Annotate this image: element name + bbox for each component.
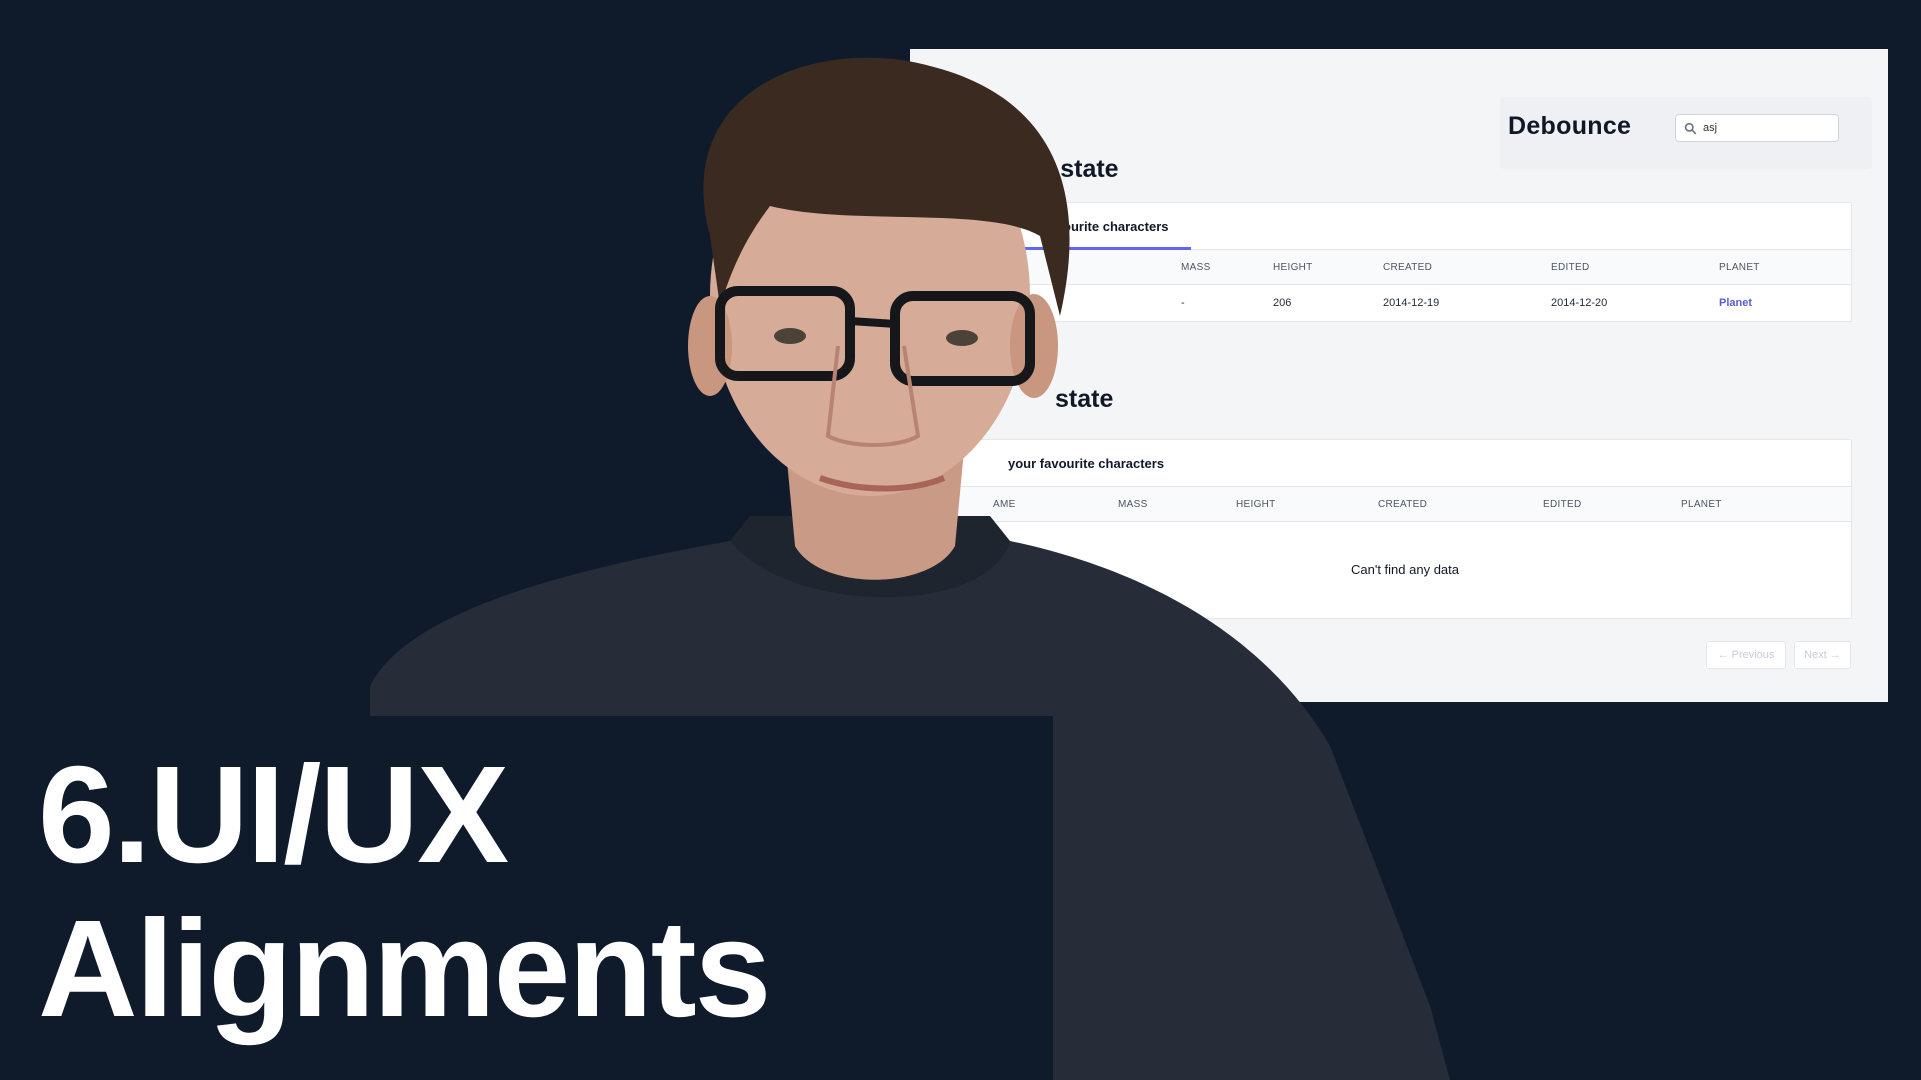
column-header: EDITED xyxy=(1551,262,1590,273)
planet-link[interactable]: Planet xyxy=(1719,297,1752,309)
search-input[interactable] xyxy=(1703,122,1823,134)
cell-edited: 2014-12-20 xyxy=(1551,297,1608,309)
title-line-2: Alignments xyxy=(38,892,771,1046)
column-header: EDITED xyxy=(1543,499,1582,510)
column-header: PLANET xyxy=(1681,499,1722,510)
column-header: PLANET xyxy=(1719,262,1760,273)
title-line-1: 6.UI/UX xyxy=(38,738,509,892)
brand-title: Debounce xyxy=(1508,112,1632,140)
previous-button[interactable]: ← Previous xyxy=(1706,641,1786,669)
next-button[interactable]: Next → xyxy=(1794,641,1851,669)
search-field[interactable] xyxy=(1675,114,1839,142)
title-panel: 6.UI/UX Alignments xyxy=(0,716,1053,1080)
search-icon xyxy=(1684,122,1697,134)
